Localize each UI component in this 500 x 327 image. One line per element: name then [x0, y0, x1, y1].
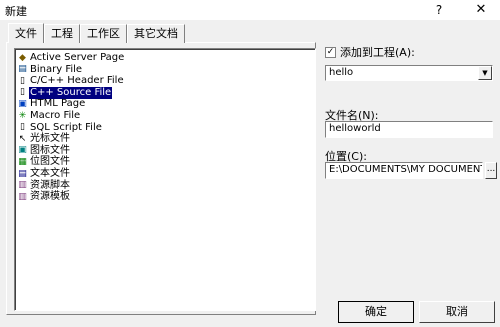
file-name-field[interactable]: helloworld — [325, 121, 493, 138]
macro-file-icon: ✳ — [18, 110, 27, 121]
list-item-label: Active Server Page — [30, 52, 125, 63]
list-item-label: 资源脚本 — [30, 179, 70, 191]
chevron-down-icon[interactable]: ▼ — [478, 66, 492, 80]
bitmap-file-icon: ▦ — [18, 156, 27, 167]
list-item-label: 文本文件 — [30, 168, 70, 179]
close-button[interactable]: ✕ — [472, 2, 490, 18]
list-item-label: SQL Script File — [30, 121, 102, 133]
list-item[interactable]: ✳ Macro File — [17, 110, 81, 122]
project-select[interactable]: hello ▼ — [325, 65, 493, 81]
cpp-source-file-icon: ▯ — [20, 87, 25, 98]
tab-other-documents[interactable]: 其它文档 — [127, 24, 185, 43]
text-file-icon: ▤ — [18, 168, 27, 179]
tab-files[interactable]: 文件 — [8, 23, 44, 43]
list-item-label: 光标文件 — [30, 133, 70, 145]
sql-script-file-icon: ▯ — [20, 122, 25, 133]
list-item-label: Macro File — [30, 110, 81, 121]
add-to-project-row[interactable]: ✓ 添加到工程(A): — [325, 44, 415, 60]
html-page-icon: ▣ — [18, 98, 27, 109]
tab-strip: 文件 工程 工作区 其它文档 — [8, 23, 185, 43]
list-item[interactable]: ▥ 资源模板 — [17, 191, 71, 203]
location-field[interactable]: E:\DOCUMENTS\MY DOCUMENT — [325, 162, 483, 179]
asp-file-icon: ◆ — [19, 52, 26, 63]
list-item[interactable]: ▥ 资源脚本 — [17, 180, 71, 192]
binary-file-icon: ▤ — [18, 64, 27, 75]
new-file-dialog: 文件 工程 工作区 其它文档 ◆ Active Server Page ▤ Binar… — [0, 20, 500, 327]
list-item[interactable]: ▤ Binary File — [17, 64, 83, 76]
tab-projects[interactable]: 工程 — [44, 24, 80, 43]
cancel-button[interactable]: 取消 — [419, 301, 495, 323]
list-item[interactable]: ↖ 光标文件 — [17, 133, 71, 145]
list-item-label: C/C++ Header File — [30, 75, 124, 87]
list-item-label: Binary File — [30, 63, 83, 75]
add-to-project-checkbox[interactable]: ✓ — [325, 46, 336, 58]
list-item-label: C++ Source File — [29, 86, 113, 99]
tab-workspaces[interactable]: 工作区 — [80, 24, 127, 43]
help-button[interactable]: ? — [431, 2, 447, 18]
icon-file-icon: ▣ — [18, 145, 27, 156]
list-item-label: 图标文件 — [30, 144, 70, 156]
list-item-label: 资源模板 — [30, 191, 70, 203]
cursor-file-icon: ↖ — [18, 133, 27, 144]
list-item[interactable]: ▯ SQL Script File — [17, 122, 103, 134]
window-title: 新建 — [5, 5, 27, 18]
list-item[interactable]: ◆ Active Server Page — [17, 52, 125, 64]
title-bar: 新建 ? ✕ — [0, 0, 500, 20]
project-select-value: hello — [329, 67, 354, 78]
resource-script-icon: ▥ — [18, 180, 27, 191]
header-file-icon: ▯ — [20, 75, 25, 86]
ok-button[interactable]: 确定 — [338, 301, 414, 323]
add-to-project-label: 添加到工程(A): — [340, 46, 415, 59]
browse-button[interactable]: ... — [485, 162, 497, 179]
list-item-label: 位图文件 — [30, 156, 70, 168]
list-item[interactable]: ▣ HTML Page — [17, 98, 86, 110]
list-item[interactable]: ▦ 位图文件 — [17, 156, 71, 168]
list-item[interactable]: ▤ 文本文件 — [17, 168, 71, 180]
list-item[interactable]: ▯ C++ Source File — [17, 86, 113, 99]
list-item[interactable]: ▣ 图标文件 — [17, 145, 71, 157]
file-type-list-body: ◆ Active Server Page ▤ Binary File ▯ C/C++ He… — [15, 49, 315, 310]
list-item[interactable]: ▯ C/C++ Header File — [17, 75, 125, 87]
list-item-label: HTML Page — [30, 98, 86, 110]
file-type-list[interactable]: ◆ Active Server Page ▤ Binary File ▯ C/C++ He… — [14, 48, 316, 311]
resource-template-icon: ▥ — [18, 191, 27, 202]
